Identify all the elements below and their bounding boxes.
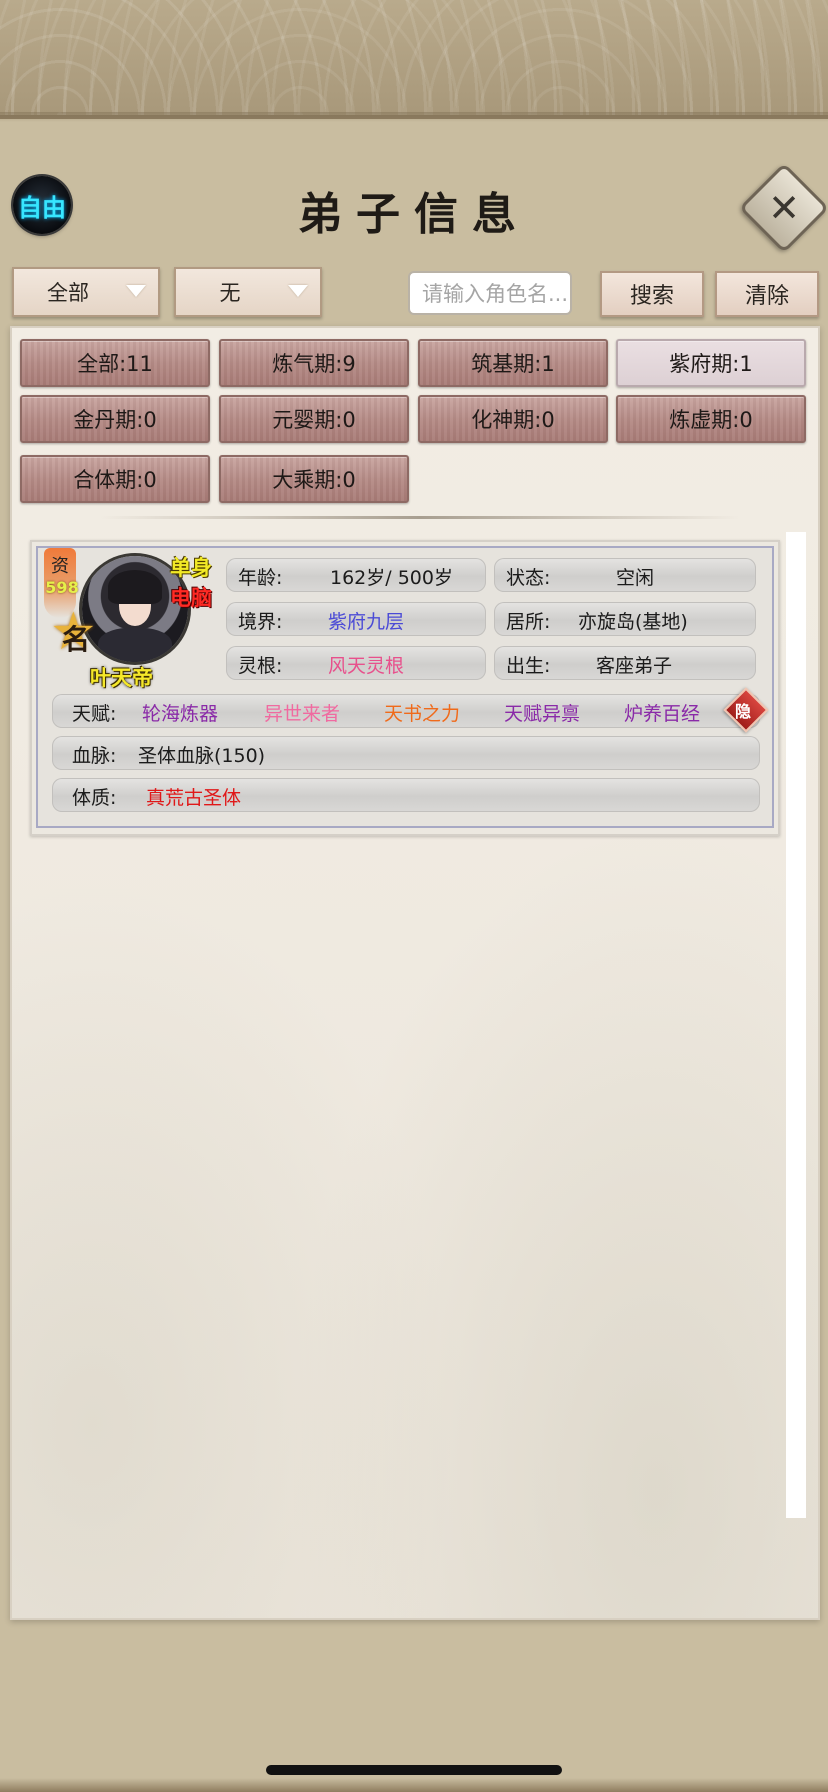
filter-yuanying[interactable]: 元婴期:0 bbox=[219, 395, 409, 443]
list-scrollbar[interactable] bbox=[786, 532, 806, 1518]
spirit-root-value: 风天灵根 bbox=[328, 655, 405, 677]
filter-zifu[interactable]: 紫府期:1 bbox=[616, 339, 806, 387]
fame-badge: 名 bbox=[62, 623, 91, 656]
bottom-decorative-band bbox=[0, 1778, 828, 1792]
search-button[interactable]: 搜索 bbox=[600, 271, 704, 317]
talent-item[interactable]: 轮海炼器 bbox=[142, 699, 218, 726]
bloodline-value: 圣体血脉(150) bbox=[138, 745, 266, 767]
age-field: 年龄: 162岁/ 500岁 bbox=[226, 558, 486, 592]
aptitude-label: 资 bbox=[51, 556, 69, 577]
age-value: 162岁/ 500岁 bbox=[330, 567, 453, 589]
hide-label[interactable]: 隐 bbox=[735, 698, 751, 722]
avatar-robe bbox=[98, 628, 172, 662]
relationship-status: 单身 bbox=[170, 556, 212, 580]
status-field: 状态: 空闲 bbox=[494, 558, 756, 592]
spirit-root-field: 灵根: 风天灵根 bbox=[226, 646, 486, 680]
search-input[interactable]: 请输入角色名... bbox=[408, 271, 572, 315]
talent-label: 天赋: bbox=[72, 703, 117, 725]
origin-value: 客座弟子 bbox=[596, 655, 673, 677]
chevron-down-icon bbox=[126, 285, 146, 297]
aptitude-value: 598 bbox=[45, 578, 79, 597]
filter-all[interactable]: 全部:11 bbox=[20, 339, 210, 387]
physique-value: 真荒古圣体 bbox=[146, 787, 242, 809]
status-value: 空闲 bbox=[616, 567, 655, 589]
filter-lianxu[interactable]: 炼虚期:0 bbox=[616, 395, 806, 443]
control-type: 电脑 bbox=[170, 586, 212, 610]
talent-item[interactable]: 炉养百经 bbox=[624, 699, 700, 726]
bloodline-row: 血脉: 圣体血脉(150) bbox=[52, 736, 760, 770]
realm-field: 境界: 紫府九层 bbox=[226, 602, 486, 636]
close-icon[interactable]: ✕ bbox=[752, 176, 816, 240]
physique-row: 体质: 真荒古圣体 bbox=[52, 778, 760, 812]
content-panel bbox=[10, 326, 820, 1620]
talent-item[interactable]: 异世来者 bbox=[264, 699, 340, 726]
origin-field: 出生: 客座弟子 bbox=[494, 646, 756, 680]
residence-label: 居所: bbox=[506, 611, 551, 633]
clear-button[interactable]: 清除 bbox=[715, 271, 819, 317]
talent-item[interactable]: 天赋异禀 bbox=[504, 699, 580, 726]
chevron-down-icon bbox=[288, 285, 308, 297]
talent-item[interactable]: 天书之力 bbox=[384, 699, 460, 726]
avatar-hair bbox=[108, 570, 162, 604]
physique-label: 体质: bbox=[72, 787, 117, 809]
filter-zhuji[interactable]: 筑基期:1 bbox=[418, 339, 608, 387]
realm-label: 境界: bbox=[238, 611, 283, 633]
bloodline-label: 血脉: bbox=[72, 745, 117, 767]
filter-dacheng[interactable]: 大乘期:0 bbox=[219, 455, 409, 503]
subcategory-dropdown[interactable]: 无 bbox=[174, 267, 322, 317]
age-label: 年龄: bbox=[238, 567, 283, 589]
filter-huashen[interactable]: 化神期:0 bbox=[418, 395, 608, 443]
status-label: 状态: bbox=[506, 567, 551, 589]
section-divider bbox=[100, 516, 740, 519]
spirit-root-label: 灵根: bbox=[238, 655, 283, 677]
realm-value: 紫府九层 bbox=[328, 611, 405, 633]
filter-heti[interactable]: 合体期:0 bbox=[20, 455, 210, 503]
home-indicator[interactable] bbox=[266, 1765, 562, 1775]
filter-lianqi[interactable]: 炼气期:9 bbox=[219, 339, 409, 387]
residence-field: 居所: 亦旋岛(基地) bbox=[494, 602, 756, 636]
character-name: 叶天帝 bbox=[90, 666, 153, 690]
residence-value: 亦旋岛(基地) bbox=[578, 611, 688, 633]
top-decorative-band bbox=[0, 0, 828, 119]
talent-row: 天赋: 轮海炼器 异世来者 天书之力 天赋异禀 炉养百经 bbox=[52, 694, 760, 728]
origin-label: 出生: bbox=[506, 655, 551, 677]
category-dropdown[interactable]: 全部 bbox=[12, 267, 160, 317]
page-title: 弟子信息 bbox=[298, 189, 530, 240]
top-band-shadow bbox=[0, 112, 828, 122]
filter-jindan[interactable]: 金丹期:0 bbox=[20, 395, 210, 443]
